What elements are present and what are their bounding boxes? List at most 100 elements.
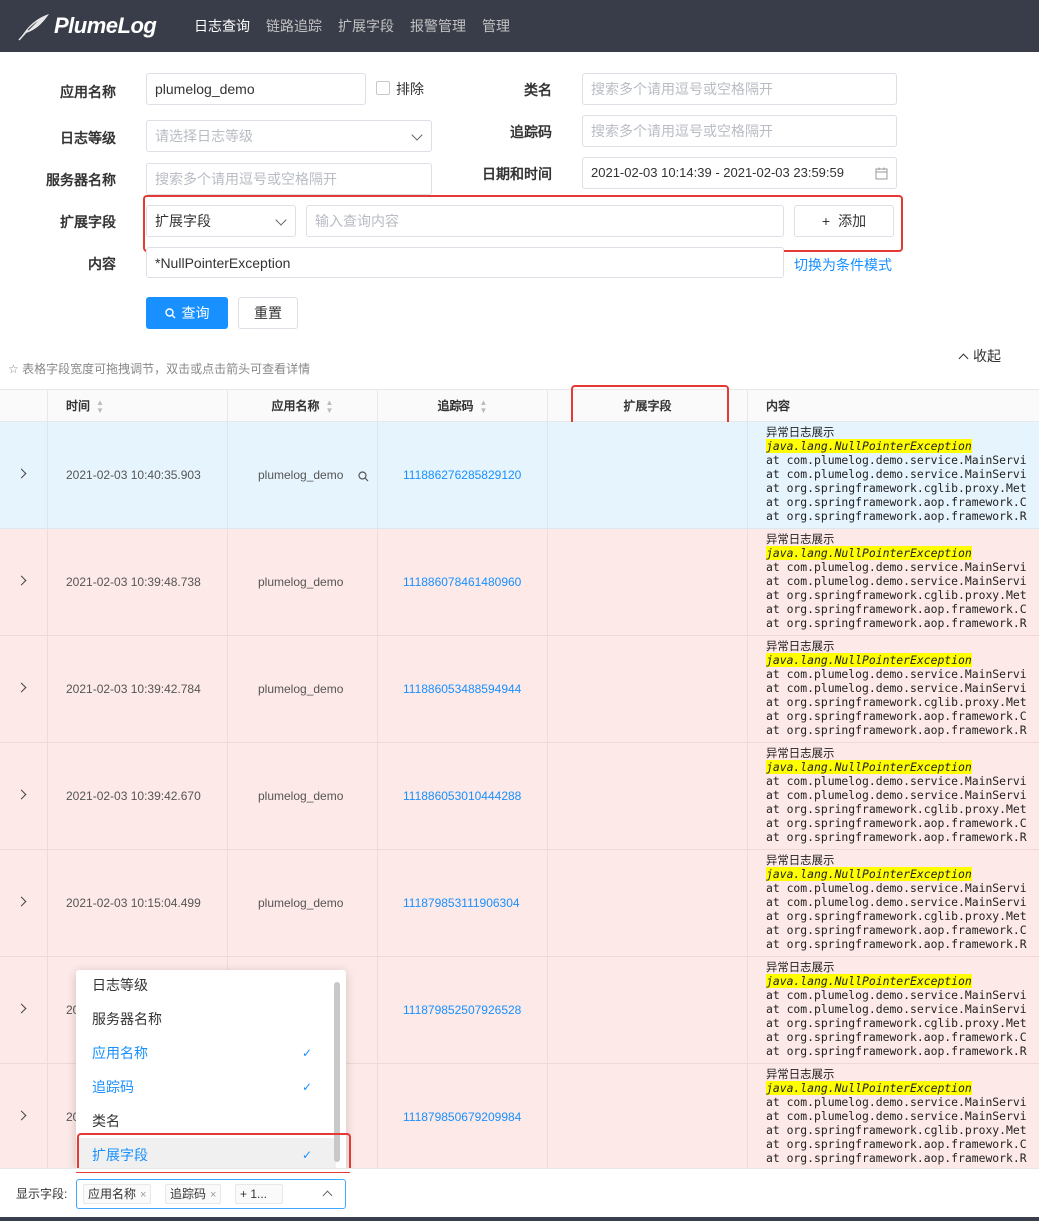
nav-ext-fields[interactable]: 扩展字段	[330, 0, 402, 52]
dropdown-option[interactable]: 服务器名称	[76, 1002, 336, 1036]
switch-mode-link[interactable]: 切换为条件模式	[794, 255, 892, 275]
content-stack-line: at com.plumelog.demo.service.MainServi	[766, 667, 1027, 681]
ext-cell	[548, 850, 748, 956]
trace-link[interactable]: 111886078461480960	[403, 575, 521, 589]
trace-link[interactable]: 111879853111906304	[403, 896, 520, 910]
log-content: 异常日志展示 java.lang.NullPointerException at c…	[766, 639, 1027, 737]
content-exception-line: java.lang.NullPointerException	[766, 546, 1027, 560]
nav-alerts[interactable]: 报警管理	[402, 0, 474, 52]
level-label: 日志等级	[60, 130, 116, 146]
trace-link[interactable]: 111886053488594944	[403, 682, 521, 696]
time-cell: 2021-02-03 10:39:48.738	[48, 529, 228, 635]
nav-log-query[interactable]: 日志查询	[186, 0, 258, 52]
exclude-checkbox[interactable]	[376, 81, 390, 95]
check-icon: ✓	[301, 1046, 312, 1060]
content-input[interactable]: *NullPointerException	[146, 247, 784, 278]
exception-highlight: java.lang.NullPointerException	[766, 439, 972, 453]
th-expand	[0, 390, 48, 423]
content-stack-line: at org.springframework.aop.framework.C	[766, 709, 1027, 723]
level-select[interactable]: 请选择日志等级	[146, 120, 432, 152]
dropdown-option[interactable]: 类名	[76, 1104, 336, 1138]
ext-cell	[548, 529, 748, 635]
chevron-right-icon[interactable]	[16, 789, 27, 800]
th-content[interactable]: 内容	[748, 390, 1039, 423]
content-exception-line: java.lang.NullPointerException	[766, 439, 1027, 453]
expand-cell[interactable]	[0, 850, 48, 956]
ext-field-select[interactable]: 扩展字段	[146, 205, 296, 237]
content-stack-line: at org.springframework.aop.framework.C	[766, 602, 1027, 616]
nav-admin[interactable]: 管理	[474, 0, 518, 52]
tag-trace[interactable]: 追踪码 ×	[165, 1184, 222, 1204]
close-icon[interactable]: ×	[140, 1189, 146, 1201]
chevron-right-icon[interactable]	[16, 1110, 27, 1121]
table-row[interactable]: 2021-02-03 10:40:35.903 plumelog_demo 1118…	[0, 422, 1039, 529]
tag-more[interactable]: + 1...	[235, 1184, 283, 1204]
trace-link[interactable]: 111879850679209984	[403, 1110, 521, 1124]
table-row[interactable]: 2021-02-03 10:39:48.738 plumelog_demo 1118…	[0, 529, 1039, 636]
content-stack-line: at org.springframework.aop.framework.R	[766, 616, 1027, 630]
ext-query-input[interactable]: 输入查询内容	[306, 205, 784, 237]
tag-app-name[interactable]: 应用名称 ×	[83, 1184, 152, 1204]
time-cell: 2021-02-03 10:40:35.903	[48, 422, 228, 528]
trace-link[interactable]: 111879852507926528	[403, 1003, 521, 1017]
table-row[interactable]: 2021-02-03 10:39:42.784 plumelog_demo 1118…	[0, 636, 1039, 743]
table-row[interactable]: 2021-02-03 10:15:04.499 plumelog_demo 1118…	[0, 850, 1039, 957]
query-button[interactable]: 查询	[146, 297, 228, 329]
time-cell: 2021-02-03 10:15:04.499	[48, 850, 228, 956]
collapse-toggle[interactable]: 收起	[958, 346, 1001, 366]
chevron-up-icon	[322, 1190, 333, 1201]
time-cell: 2021-02-03 10:39:42.784	[48, 636, 228, 742]
log-content: 异常日志展示 java.lang.NullPointerException at c…	[766, 425, 1027, 523]
plus-icon: +	[821, 213, 831, 229]
chevron-right-icon[interactable]	[16, 1003, 27, 1014]
dropdown-option[interactable]: 日志等级	[76, 970, 336, 1002]
dropdown-option[interactable]: 追踪码 ✓	[76, 1070, 336, 1104]
app-cell: plumelog_demo	[228, 743, 378, 849]
time-cell: 2021-02-03 10:39:42.670	[48, 743, 228, 849]
trace-cell: 111886053488594944	[378, 636, 548, 742]
log-app: plumelog_demo	[258, 682, 344, 696]
log-time: 2021-02-03 10:39:42.784	[66, 682, 201, 696]
close-icon[interactable]: ×	[210, 1189, 216, 1201]
chevron-right-icon[interactable]	[16, 682, 27, 693]
content-stack-line: at com.plumelog.demo.service.MainServi	[766, 788, 1027, 802]
th-ext[interactable]: 扩展字段	[548, 390, 748, 423]
logo[interactable]: PlumeLog	[16, 11, 176, 41]
chevron-right-icon[interactable]	[16, 575, 27, 586]
class-input[interactable]: 搜索多个请用逗号或空格隔开	[582, 73, 897, 105]
trace-input[interactable]: 搜索多个请用逗号或空格隔开	[582, 115, 897, 147]
expand-cell[interactable]	[0, 1064, 48, 1170]
reset-button[interactable]: 重置	[238, 297, 298, 329]
log-time: 2021-02-03 10:40:35.903	[66, 468, 201, 482]
expand-cell[interactable]	[0, 422, 48, 528]
chevron-right-icon[interactable]	[16, 896, 27, 907]
server-input[interactable]: 搜索多个请用逗号或空格隔开	[146, 163, 432, 195]
table-row[interactable]: 2021-02-03 10:39:42.670 plumelog_demo 1118…	[0, 743, 1039, 850]
expand-cell[interactable]	[0, 529, 48, 635]
dropdown-scrollbar[interactable]	[334, 982, 340, 1162]
app-name-input[interactable]: plumelog_demo	[146, 73, 366, 105]
content-exception-line: java.lang.NullPointerException	[766, 867, 1027, 881]
expand-cell[interactable]	[0, 636, 48, 742]
expand-cell[interactable]	[0, 957, 48, 1063]
content-label: 内容	[88, 256, 116, 272]
exception-highlight: java.lang.NullPointerException	[766, 546, 972, 560]
add-button[interactable]: + 添加	[794, 205, 894, 237]
th-time[interactable]: 时间 ▲ ▼	[48, 390, 228, 423]
datetime-picker[interactable]: 2021-02-03 10:14:39 - 2021-02-03 23:59:5…	[582, 157, 897, 189]
dropdown-option[interactable]: 扩展字段 ✓	[76, 1138, 336, 1170]
th-trace[interactable]: 追踪码 ▲ ▼	[378, 390, 548, 423]
calendar-icon	[875, 167, 888, 180]
log-time: 2021-02-03 10:39:42.670	[66, 789, 201, 803]
th-app[interactable]: 应用名称 ▲ ▼	[228, 390, 378, 423]
display-fields-select[interactable]: 应用名称 × 追踪码 × + 1...	[76, 1179, 346, 1209]
expand-cell[interactable]	[0, 743, 48, 849]
trace-link[interactable]: 111886053010444288	[403, 789, 521, 803]
nav-trace[interactable]: 链路追踪	[258, 0, 330, 52]
search-icon[interactable]	[358, 471, 369, 482]
chevron-right-icon[interactable]	[16, 468, 27, 479]
logo-text: PlumeLog	[54, 13, 157, 38]
exception-highlight: java.lang.NullPointerException	[766, 867, 972, 881]
trace-link[interactable]: 111886276285829120	[403, 468, 521, 482]
dropdown-option[interactable]: 应用名称 ✓	[76, 1036, 336, 1070]
